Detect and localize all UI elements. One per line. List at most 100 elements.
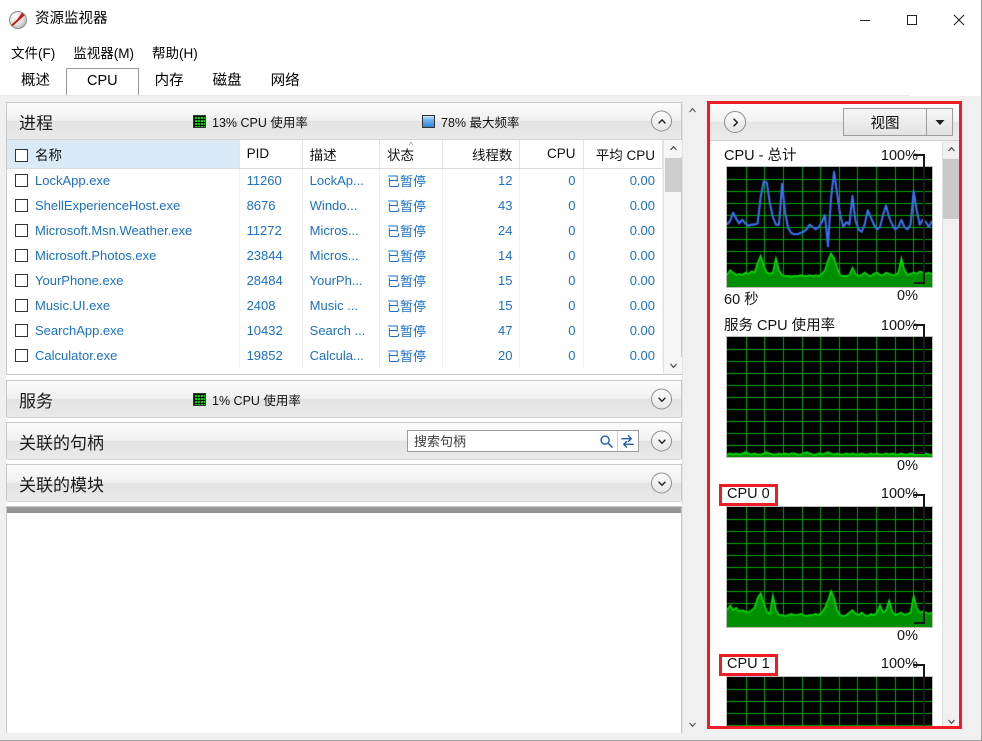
cell-status: 已暂停 xyxy=(379,268,444,293)
column-header-pid[interactable]: PID xyxy=(239,140,303,169)
magnifier-icon[interactable] xyxy=(596,431,617,451)
cell-process-name: YourPhone.exe xyxy=(7,268,240,293)
cell-threads: 43 xyxy=(442,193,521,218)
row-checkbox[interactable] xyxy=(15,349,28,362)
table-row[interactable]: Music.UI.exe 2408 Music ... 已暂停 15 0 0.00 xyxy=(7,293,663,318)
cell-status: 已暂停 xyxy=(379,218,444,243)
graph-axis-bracket xyxy=(914,324,925,454)
scroll-up-icon[interactable] xyxy=(943,141,959,158)
graph-foot-row: 60 秒 0% xyxy=(724,288,942,310)
cell-pid: 8676 xyxy=(239,193,303,218)
row-checkbox[interactable] xyxy=(15,274,28,287)
graph-scroll-thumb[interactable] xyxy=(943,159,959,219)
handles-title: 关联的句柄 xyxy=(19,433,104,453)
row-checkbox[interactable] xyxy=(15,324,28,337)
tab-disk[interactable]: 磁盘 xyxy=(200,68,255,96)
graph-label-row: CPU 1 100% xyxy=(719,654,942,677)
process-name-label: ShellExperienceHost.exe xyxy=(35,198,181,213)
cell-threads: 14 xyxy=(442,243,521,268)
graph-panel-scrollbar[interactable] xyxy=(942,141,959,726)
graph-block-cpu-0: CPU 0 100% 0% xyxy=(719,484,942,650)
cell-process-name: SearchApp.exe xyxy=(7,318,240,343)
table-row[interactable]: ShellExperienceHost.exe 8676 Windo... 已暂停 43… xyxy=(7,193,663,218)
services-cpu-meter: 1% CPU 使用率 xyxy=(193,390,301,409)
column-header-cpu[interactable]: CPU xyxy=(519,140,584,169)
scroll-down-icon[interactable] xyxy=(683,716,701,733)
tab-memory[interactable]: 内存 xyxy=(142,68,197,96)
menu-file[interactable]: 文件(F) xyxy=(11,40,65,64)
graph-min-label: 0% xyxy=(897,628,918,644)
table-row[interactable]: Calculator.exe 19852 Calcula... 已暂停 20 0 0.00 xyxy=(7,343,663,368)
view-button[interactable]: 视图 xyxy=(843,108,953,136)
handles-expand-button[interactable] xyxy=(651,430,672,452)
cell-status: 已暂停 xyxy=(379,293,444,318)
processes-collapse-button[interactable] xyxy=(651,110,672,132)
scroll-down-icon[interactable] xyxy=(664,357,682,374)
menu-help[interactable]: 帮助(H) xyxy=(152,40,208,64)
table-row[interactable]: SearchApp.exe 10432 Search ... 已暂停 47 0 0.00 xyxy=(7,318,663,343)
refresh-arrows-icon[interactable] xyxy=(616,431,638,451)
row-checkbox[interactable] xyxy=(15,249,28,262)
graph-panel-expand-button[interactable] xyxy=(724,111,746,133)
row-checkbox[interactable] xyxy=(15,199,28,212)
services-expand-button[interactable] xyxy=(651,388,672,410)
cell-status: 已暂停 xyxy=(379,318,444,343)
close-icon[interactable] xyxy=(935,0,981,39)
row-checkbox[interactable] xyxy=(15,174,28,188)
cpu-detail-pane: 进程 13% CPU 使用率 78% 最大频率 名称 PID 描述 ^ 状态 线… xyxy=(6,102,682,733)
menu-monitor[interactable]: 监视器(M) xyxy=(73,40,144,64)
modules-header[interactable]: 关联的模块 xyxy=(7,465,681,502)
cell-threads: 15 xyxy=(442,268,521,293)
table-row[interactable]: Microsoft.Msn.Weather.exe 11272 Micros... 已… xyxy=(7,218,663,243)
graph-panel: 视图 CPU - 总计 100% 60 秒 0% 服务 CPU 使用率 100% 0% CPU… xyxy=(707,101,962,729)
tab-overview[interactable]: 概述 xyxy=(8,68,63,96)
table-row[interactable]: LockApp.exe 11260 LockAp... 已暂停 12 0 0.00 xyxy=(7,168,663,193)
row-checkbox[interactable] xyxy=(15,224,28,237)
graph-axis-bracket xyxy=(914,664,925,726)
view-dropdown-arrow[interactable] xyxy=(926,109,952,135)
graph-time-span-label: 60 秒 xyxy=(724,292,759,308)
processes-scroll-thumb[interactable] xyxy=(665,158,681,192)
maximize-icon[interactable] xyxy=(888,0,935,39)
processes-table-scroll: 名称 PID 描述 ^ 状态 线程数 CPU 平均 CPU LockApp.ex… xyxy=(7,140,663,374)
column-header-threads[interactable]: 线程数 xyxy=(442,140,521,169)
column-header-description[interactable]: 描述 xyxy=(302,140,381,169)
processes-header[interactable]: 进程 13% CPU 使用率 78% 最大频率 xyxy=(7,103,681,140)
caret-down-icon xyxy=(935,119,944,125)
column-header-status[interactable]: ^ 状态 xyxy=(379,140,444,169)
table-row[interactable]: YourPhone.exe 28484 YourPh... 已暂停 15 0 0.00 xyxy=(7,268,663,293)
cell-threads: 12 xyxy=(442,168,521,193)
processes-table-header-row: 名称 PID 描述 ^ 状态 线程数 CPU 平均 CPU xyxy=(7,140,663,169)
services-header[interactable]: 服务 1% CPU 使用率 xyxy=(7,381,681,418)
handles-header[interactable]: 关联的句柄 xyxy=(7,423,681,460)
handle-search-box[interactable] xyxy=(407,430,639,452)
minimize-icon[interactable] xyxy=(841,0,888,39)
content-splitter[interactable] xyxy=(6,506,682,513)
left-pane-scrollbar[interactable] xyxy=(682,102,700,733)
cell-description: LockAp... xyxy=(302,168,381,193)
scroll-down-icon[interactable] xyxy=(943,713,959,726)
scroll-up-icon[interactable] xyxy=(664,140,682,157)
select-all-checkbox[interactable] xyxy=(15,148,28,162)
column-header-avg-cpu[interactable]: 平均 CPU xyxy=(583,140,663,169)
cell-pid: 11260 xyxy=(239,168,303,193)
tab-cpu[interactable]: CPU xyxy=(66,67,139,96)
cell-pid: 23844 xyxy=(239,243,303,268)
graph-canvas-wrap xyxy=(726,324,933,458)
graph-canvas-wrap xyxy=(726,494,933,628)
modules-expand-button[interactable] xyxy=(651,472,672,494)
table-row[interactable]: Microsoft.Photos.exe 23844 Micros... 已暂停 14 0… xyxy=(7,243,663,268)
tab-network[interactable]: 网络 xyxy=(258,68,313,96)
search-input[interactable] xyxy=(408,431,596,451)
cell-description: Micros... xyxy=(302,218,381,243)
cell-process-name: Music.UI.exe xyxy=(7,293,240,318)
cell-pid: 10432 xyxy=(239,318,303,343)
cell-avg-cpu: 0.00 xyxy=(583,243,663,268)
cell-process-name: ShellExperienceHost.exe xyxy=(7,193,240,218)
scroll-up-icon[interactable] xyxy=(683,102,701,119)
column-header-name[interactable]: 名称 xyxy=(7,140,240,169)
sort-ascending-icon: ^ xyxy=(408,140,414,150)
row-checkbox[interactable] xyxy=(15,299,28,312)
cell-pid: 28484 xyxy=(239,268,303,293)
processes-vertical-scrollbar[interactable] xyxy=(663,140,682,374)
